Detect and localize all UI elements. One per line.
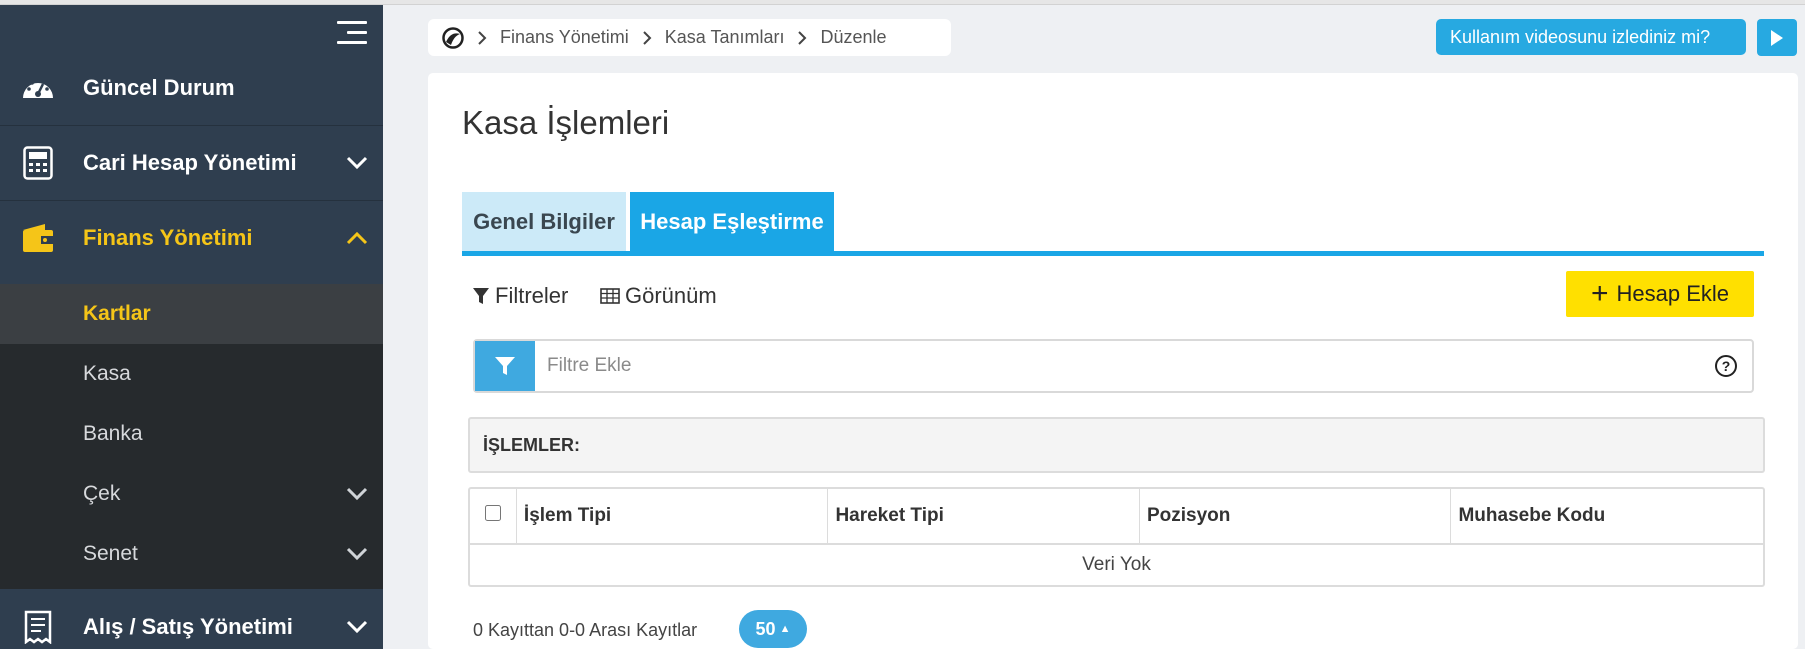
play-icon[interactable] bbox=[1757, 19, 1797, 56]
add-account-label: Hesap Ekle bbox=[1616, 281, 1730, 306]
finans-submenu: Kartlar Kasa Banka Çek Senet bbox=[0, 284, 383, 589]
column-header[interactable]: Hareket Tipi bbox=[828, 489, 1140, 543]
receipt-icon bbox=[18, 607, 58, 647]
dashboard-gauge-icon bbox=[18, 68, 58, 108]
chevron-up-icon[interactable] bbox=[345, 226, 369, 250]
chevron-right-icon bbox=[477, 30, 487, 46]
accounts-table: İşlem Tipi Hareket Tipi Pozisyon Muhaseb… bbox=[468, 487, 1765, 587]
filter-bar: ? bbox=[473, 339, 1754, 393]
add-account-button[interactable]: + Hesap Ekle bbox=[1566, 271, 1754, 317]
home-icon[interactable] bbox=[442, 26, 464, 49]
page-size-dropdown[interactable]: 50 ▲ bbox=[739, 610, 807, 648]
sidebar-item-cari-hesap[interactable]: Cari Hesap Yönetimi bbox=[0, 125, 383, 200]
select-all-cell bbox=[470, 489, 517, 543]
sidebar-item-label: Finans Yönetimi bbox=[83, 224, 253, 250]
breadcrumb-current: Düzenle bbox=[820, 27, 887, 47]
plus-icon: + bbox=[1590, 277, 1609, 310]
page-title: Kasa İşlemleri bbox=[462, 104, 670, 141]
tab-hesap-eslestirme[interactable]: Hesap Eşleştirme bbox=[630, 192, 834, 251]
filter-input[interactable] bbox=[535, 341, 1714, 391]
view-button[interactable]: Görünüm bbox=[600, 283, 717, 309]
sidebar-item-label: Alış / Satış Yönetimi bbox=[83, 613, 293, 639]
page-size-value: 50 bbox=[755, 618, 776, 639]
menu-toggle-icon[interactable] bbox=[337, 21, 367, 47]
chevron-right-icon bbox=[642, 30, 652, 46]
sidebar-item-label: Güncel Durum bbox=[83, 74, 235, 100]
tab-bar: Genel Bilgiler Hesap Eşleştirme bbox=[462, 192, 1764, 256]
sidebar-subitem-label: Çek bbox=[83, 482, 121, 505]
select-all-checkbox[interactable] bbox=[484, 505, 501, 521]
scrollbar[interactable] bbox=[1798, 73, 1805, 649]
sidebar-subitem-label: Senet bbox=[83, 542, 138, 565]
column-header[interactable]: Pozisyon bbox=[1140, 489, 1452, 543]
section-header: İŞLEMLER: bbox=[468, 417, 1765, 473]
chevron-down-icon[interactable] bbox=[345, 542, 369, 566]
video-help-button[interactable]: Kullanım videosunu izlediniz mi? bbox=[1436, 19, 1746, 55]
sidebar-subitem-kartlar[interactable]: Kartlar bbox=[0, 284, 383, 344]
breadcrumb: Finans Yönetimi Kasa Tanımları Düzenle bbox=[428, 19, 951, 56]
empty-state: Veri Yok bbox=[1082, 554, 1151, 575]
sidebar-subitem-senet[interactable]: Senet bbox=[0, 524, 383, 584]
sidebar: Güncel Durum Cari Hesap Yönetimi Finans … bbox=[0, 5, 383, 649]
table-header: İşlem Tipi Hareket Tipi Pozisyon Muhaseb… bbox=[470, 489, 1763, 545]
filter-icon[interactable] bbox=[475, 341, 535, 391]
chevron-down-icon[interactable] bbox=[345, 482, 369, 506]
filters-button[interactable]: Filtreler bbox=[472, 283, 568, 309]
sidebar-item-guncel-durum[interactable]: Güncel Durum bbox=[0, 50, 383, 125]
help-circle-icon[interactable]: ? bbox=[1714, 354, 1738, 378]
sidebar-subitem-banka[interactable]: Banka bbox=[0, 404, 383, 464]
column-header[interactable]: İşlem Tipi bbox=[517, 489, 829, 543]
sidebar-subitem-label: Kasa bbox=[83, 362, 131, 385]
svg-text:?: ? bbox=[1722, 358, 1731, 374]
view-label: Görünüm bbox=[625, 283, 717, 308]
chevron-down-icon[interactable] bbox=[345, 615, 369, 639]
sidebar-item-label: Cari Hesap Yönetimi bbox=[83, 149, 297, 175]
chevron-down-icon[interactable] bbox=[345, 151, 369, 175]
breadcrumb-item[interactable]: Finans Yönetimi bbox=[500, 27, 629, 48]
wallet-icon bbox=[18, 218, 58, 258]
pager-summary: 0 Kayıttan 0-0 Arası Kayıtlar bbox=[473, 620, 698, 640]
sidebar-subitem-label: Kartlar bbox=[83, 302, 151, 325]
sidebar-item-finans-yonetimi[interactable]: Finans Yönetimi bbox=[0, 200, 383, 275]
sidebar-subitem-cek[interactable]: Çek bbox=[0, 464, 383, 524]
chevron-right-icon bbox=[797, 30, 807, 46]
caret-up-icon: ▲ bbox=[779, 623, 791, 635]
sidebar-subitem-kasa[interactable]: Kasa bbox=[0, 344, 383, 404]
sidebar-subitem-label: Banka bbox=[83, 422, 143, 445]
tab-genel-bilgiler[interactable]: Genel Bilgiler bbox=[462, 192, 626, 251]
sidebar-item-alis-satis[interactable]: Alış / Satış Yönetimi bbox=[0, 589, 383, 649]
filter-icon bbox=[473, 288, 489, 304]
filters-label: Filtreler bbox=[495, 283, 569, 308]
breadcrumb-item[interactable]: Kasa Tanımları bbox=[665, 27, 785, 48]
table-grid-icon bbox=[600, 288, 620, 304]
column-header[interactable]: Muhasebe Kodu bbox=[1451, 489, 1763, 543]
calculator-icon bbox=[18, 143, 58, 183]
main-card: Kasa İşlemleri Genel Bilgiler Hesap Eşle… bbox=[428, 73, 1798, 649]
